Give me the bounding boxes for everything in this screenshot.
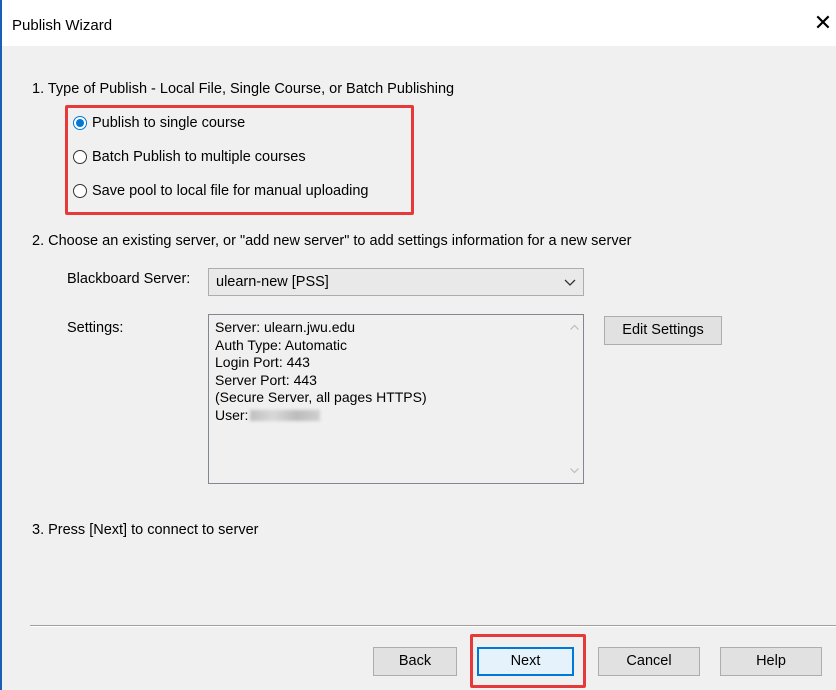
settings-lines: Server: ulearn.jwu.edu Auth Type: Automa… [215,319,427,424]
cancel-button[interactable]: Cancel [598,647,700,676]
radio-button[interactable] [73,150,87,164]
radio-label: Batch Publish to multiple courses [92,149,306,165]
radio-batch-publish[interactable]: Batch Publish to multiple courses [73,149,306,165]
next-button[interactable]: Next [477,647,574,676]
edit-settings-button[interactable]: Edit Settings [604,316,722,345]
step2-label: 2. Choose an existing server, or "add ne… [32,233,632,249]
settings-scrollbar[interactable] [566,315,583,483]
scroll-down-icon[interactable] [569,465,580,476]
settings-line: Login Port: 443 [215,354,310,370]
server-select[interactable]: ulearn-new [PSS] [208,268,584,296]
redacted-username [250,410,321,422]
radio-label: Save pool to local file for manual uploa… [92,183,369,199]
publish-wizard-dialog: Publish Wizard ✕ 1. Type of Publish - Lo… [0,0,836,690]
scroll-up-icon[interactable] [569,322,580,333]
settings-label: Settings: [67,320,124,336]
title-bar: Publish Wizard ✕ [2,0,836,46]
radio-button-selected[interactable] [73,116,87,130]
server-select-value: ulearn-new [PSS] [216,274,329,290]
help-button[interactable]: Help [720,647,822,676]
radio-save-local-file[interactable]: Save pool to local file for manual uploa… [73,183,368,199]
footer-divider-highlight [30,626,836,627]
radio-publish-single-course[interactable]: Publish to single course [73,115,245,131]
radio-button[interactable] [73,184,87,198]
settings-textbox[interactable]: Server: ulearn.jwu.edu Auth Type: Automa… [208,314,584,484]
step1-label: 1. Type of Publish - Local File, Single … [32,81,455,97]
close-icon[interactable]: ✕ [810,10,836,36]
settings-line: Server Port: 443 [215,371,317,388]
radio-label: Publish to single course [92,115,246,131]
settings-line: (Secure Server, all pages HTTPS) [215,389,427,405]
chevron-down-icon[interactable] [563,275,577,289]
settings-line: Auth Type: Automatic [215,336,348,353]
window-left-border [0,0,2,690]
user-label: User: [215,406,249,423]
step3-label: 3. Press [Next] to connect to server [32,522,259,538]
blackboard-server-label: Blackboard Server: [67,271,191,287]
back-button[interactable]: Back [373,647,457,676]
settings-line-user: User: [215,407,427,425]
settings-line: Server: ulearn.jwu.edu [215,319,356,335]
window-title: Publish Wizard [12,17,113,34]
